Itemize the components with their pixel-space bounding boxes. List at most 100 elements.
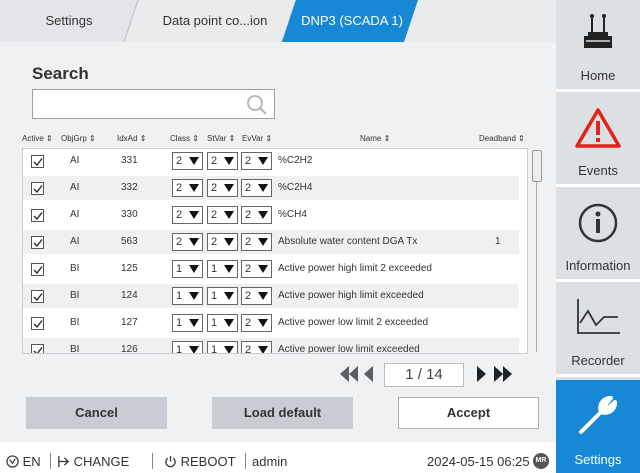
evvar-select[interactable]: 2: [241, 179, 272, 197]
objgrp-cell: AI: [70, 209, 80, 220]
cancel-button[interactable]: Cancel: [26, 397, 167, 429]
column-header-active[interactable]: Active ⇕: [22, 134, 53, 143]
stvar-value: 2: [211, 182, 218, 194]
change-button[interactable]: CHANGE: [57, 454, 129, 469]
search-input[interactable]: [33, 90, 233, 118]
sidebar-item-home[interactable]: Home: [556, 0, 640, 92]
search-title: Search: [32, 64, 89, 83]
idxad-cell: 124: [121, 290, 138, 301]
first-page-icon[interactable]: [338, 364, 360, 384]
active-checkbox[interactable]: [31, 263, 44, 276]
accept-button[interactable]: Accept: [398, 397, 539, 429]
language-label: EN: [22, 454, 41, 469]
dropdown-arrow-icon: [258, 184, 268, 192]
datetime: 2024-05-15 06:25: [427, 454, 530, 469]
stvar-select[interactable]: 1: [207, 287, 238, 305]
active-checkbox[interactable]: [31, 290, 44, 303]
class-value: 1: [176, 290, 183, 302]
active-checkbox[interactable]: [31, 155, 44, 168]
evvar-select[interactable]: 2: [241, 260, 272, 278]
table-row[interactable]: BI 125 1 1 2 Active power high limit 2 exceed…: [23, 257, 519, 281]
page-indicator: 1 / 14: [384, 363, 464, 387]
reboot-button[interactable]: REBOOT: [164, 454, 236, 469]
evvar-select[interactable]: 2: [241, 287, 272, 305]
previous-page-icon[interactable]: [362, 364, 376, 384]
scrollbar-thumb[interactable]: [532, 150, 542, 182]
class-select[interactable]: 2: [172, 233, 203, 251]
tab-data-point-configuration[interactable]: Data point co...ion: [140, 0, 290, 42]
column-header-idxad[interactable]: IdxAd ⇕: [117, 134, 146, 143]
sidebar-item-information[interactable]: Information: [556, 190, 640, 282]
sidebar-item-settings[interactable]: Settings: [556, 380, 640, 473]
dropdown-arrow-icon: [189, 292, 199, 300]
objgrp-cell: BI: [70, 317, 80, 328]
column-header-deadband[interactable]: Deadband ⇕: [479, 134, 525, 143]
sidebar-label-events: Events: [578, 163, 618, 178]
search-icon[interactable]: [246, 94, 268, 116]
evvar-select[interactable]: 2: [241, 314, 272, 332]
active-checkbox[interactable]: [31, 236, 44, 249]
active-checkbox[interactable]: [31, 182, 44, 195]
dropdown-arrow-icon: [189, 238, 199, 246]
class-select[interactable]: 1: [172, 341, 203, 354]
class-select[interactable]: 1: [172, 260, 203, 278]
class-value: 2: [176, 182, 183, 194]
stvar-select[interactable]: 1: [207, 341, 238, 353]
table-row[interactable]: AI 331 2 2 2 %C2H2: [23, 149, 519, 173]
stvar-select[interactable]: 2: [207, 206, 238, 224]
evvar-select[interactable]: 2: [241, 206, 272, 224]
evvar-select[interactable]: 2: [241, 233, 272, 251]
class-select[interactable]: 2: [172, 179, 203, 197]
language-selector[interactable]: EN: [6, 454, 41, 469]
active-checkbox[interactable]: [31, 344, 44, 353]
active-checkbox[interactable]: [31, 209, 44, 222]
tab-bar: Settings Data point co...ion DNP3 (SCADA…: [0, 0, 556, 42]
column-header-class[interactable]: Class ⇕: [170, 134, 199, 143]
column-header-objgrp[interactable]: ObjGrp ⇕: [61, 134, 96, 143]
dropdown-arrow-icon: [258, 157, 268, 165]
column-header-stvar[interactable]: StVar ⇕: [207, 134, 235, 143]
class-value: 1: [176, 344, 183, 354]
sidebar-item-recorder[interactable]: Recorder: [556, 285, 640, 377]
last-page-icon[interactable]: [492, 364, 514, 384]
active-checkbox[interactable]: [31, 317, 44, 330]
idxad-cell: 330: [121, 209, 138, 220]
class-select[interactable]: 1: [172, 314, 203, 332]
sidebar-item-events[interactable]: Events: [556, 95, 640, 187]
stvar-select[interactable]: 1: [207, 314, 238, 332]
table-row[interactable]: AI 330 2 2 2 %CH4: [23, 203, 519, 227]
table-row[interactable]: BI 124 1 1 2 Active power high limit exceeded: [23, 284, 519, 308]
class-select[interactable]: 2: [172, 152, 203, 170]
stvar-select[interactable]: 2: [207, 233, 238, 251]
evvar-value: 2: [245, 182, 252, 194]
objgrp-cell: AI: [70, 236, 80, 247]
stvar-select[interactable]: 2: [207, 152, 238, 170]
table-row[interactable]: BI 127 1 1 2 Active power low limit 2 exceede…: [23, 311, 519, 335]
scrollbar-track[interactable]: [536, 182, 537, 352]
evvar-select[interactable]: 2: [241, 152, 272, 170]
load-default-button[interactable]: Load default: [212, 397, 353, 429]
dropdown-arrow-icon: [258, 238, 268, 246]
checkmark-icon: [33, 293, 43, 301]
column-header-evvar[interactable]: EvVar ⇕: [242, 134, 272, 143]
checkmark-icon: [33, 158, 43, 166]
stvar-value: 1: [211, 317, 218, 329]
sidebar-label-home: Home: [580, 68, 616, 83]
divider: [152, 453, 153, 469]
table-row[interactable]: AI 332 2 2 2 %C2H4: [23, 176, 519, 200]
checkmark-icon: [33, 239, 43, 247]
idxad-cell: 332: [121, 182, 138, 193]
next-page-icon[interactable]: [474, 364, 488, 384]
tab-settings[interactable]: Settings: [0, 0, 138, 42]
class-select[interactable]: 2: [172, 206, 203, 224]
evvar-select[interactable]: 2: [241, 341, 272, 353]
tab-dnp3-scada[interactable]: DNP3 (SCADA 1): [292, 0, 412, 42]
class-select[interactable]: 1: [172, 287, 203, 305]
dropdown-arrow-icon: [224, 319, 234, 327]
table-row[interactable]: BI 126 1 1 2 Active power low limit exceeded: [23, 338, 519, 354]
objgrp-cell: AI: [70, 155, 80, 166]
table-row[interactable]: AI 563 2 2 2 Absolute water content DGA Tx 1: [23, 230, 519, 254]
stvar-select[interactable]: 2: [207, 179, 238, 197]
stvar-select[interactable]: 1: [207, 260, 238, 278]
column-header-name[interactable]: Name ⇕: [360, 134, 390, 143]
